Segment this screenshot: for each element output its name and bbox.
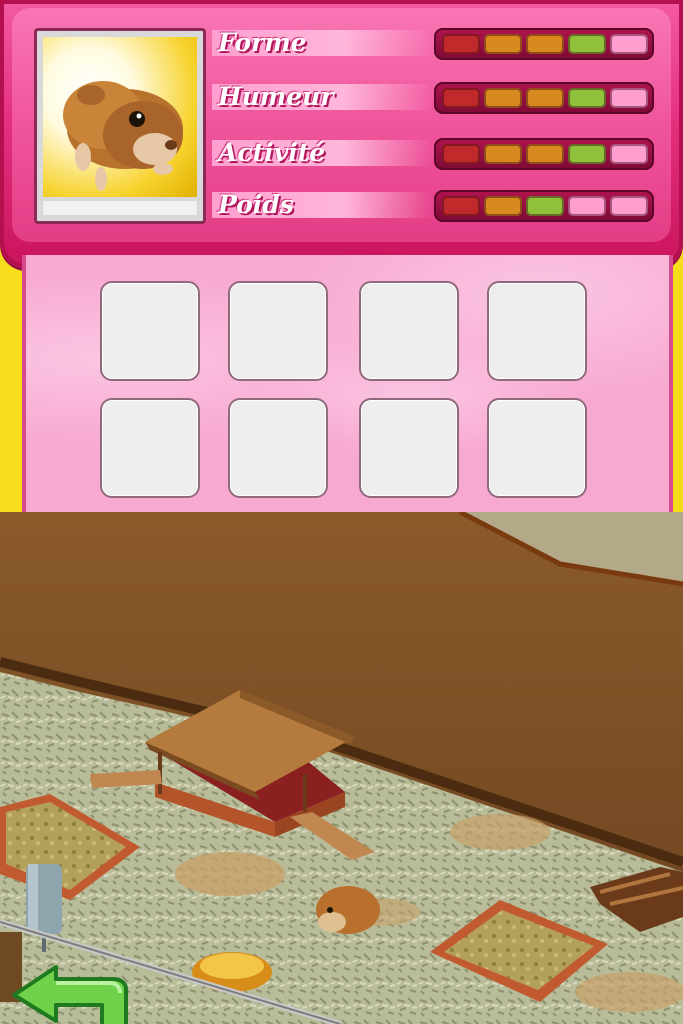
stat-label: Forme <box>218 28 307 57</box>
inventory-slot[interactable] <box>100 398 200 498</box>
stat-meter <box>434 190 654 222</box>
stat-segment <box>610 34 648 54</box>
stat-row-poids: Poids <box>212 190 654 222</box>
inventory-slot[interactable] <box>228 281 328 381</box>
stat-segment <box>568 196 606 216</box>
stat-segment <box>610 144 648 164</box>
stat-meter <box>434 138 654 170</box>
stat-segment <box>568 88 606 108</box>
stat-segment <box>568 34 606 54</box>
inventory-slot[interactable] <box>359 398 459 498</box>
inventory-slot[interactable] <box>487 281 587 381</box>
stat-segment <box>526 144 564 164</box>
stat-segment <box>526 196 564 216</box>
back-button[interactable] <box>6 959 130 1024</box>
stats-panel: Forme Humeur Activité Poids <box>0 0 683 268</box>
stat-segment <box>526 34 564 54</box>
stat-segment <box>484 144 522 164</box>
cage-scene-graphic <box>0 512 683 1024</box>
status-screen: Forme Humeur Activité Poids <box>0 0 683 512</box>
stat-row-humeur: Humeur <box>212 82 654 114</box>
inventory-slot[interactable] <box>487 398 587 498</box>
stat-segment <box>610 88 648 108</box>
stat-label: Activité <box>218 138 326 167</box>
stat-segment <box>442 196 480 216</box>
stat-segment <box>442 88 480 108</box>
inventory-slot[interactable] <box>228 398 328 498</box>
stat-segment <box>484 196 522 216</box>
cage-scene[interactable] <box>0 512 683 1024</box>
stat-segment <box>526 88 564 108</box>
pet-portrait-frame <box>34 28 206 224</box>
portrait-caption-strip <box>43 201 197 215</box>
guinea-pig[interactable] <box>316 886 380 934</box>
inventory-panel <box>22 255 673 512</box>
stat-segment <box>442 144 480 164</box>
stat-segment <box>568 144 606 164</box>
inventory-slot[interactable] <box>100 281 200 381</box>
stat-meter <box>434 28 654 60</box>
stat-segment <box>610 196 648 216</box>
stat-segment <box>442 34 480 54</box>
stat-label: Humeur <box>218 82 334 111</box>
stat-row-activite: Activité <box>212 138 654 170</box>
stat-label: Poids <box>218 190 294 219</box>
stat-segment <box>484 34 522 54</box>
stat-segment <box>484 88 522 108</box>
guinea-pig-portrait <box>43 37 197 197</box>
inventory-slot[interactable] <box>359 281 459 381</box>
back-arrow-icon <box>12 965 128 1024</box>
stat-row-forme: Forme <box>212 28 654 60</box>
stat-meter <box>434 82 654 114</box>
